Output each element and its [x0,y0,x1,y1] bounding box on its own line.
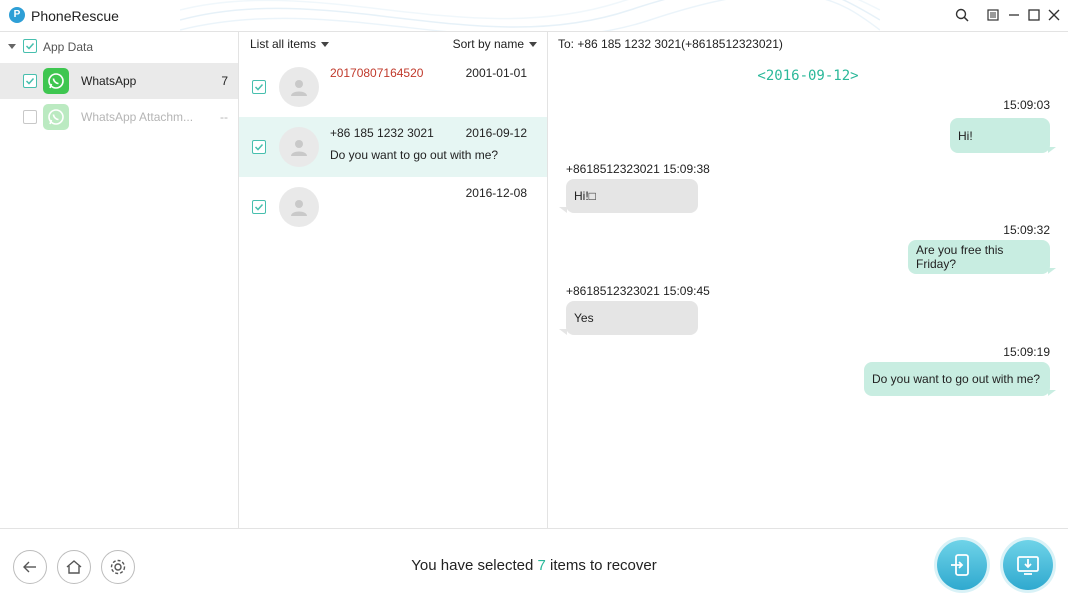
selected-count: 7 [537,557,546,574]
message-sender-time: +8618512323021 15:09:45 [566,284,710,298]
tree-root-label: App Data [43,40,94,54]
message-sender-time: +8618512323021 15:09:38 [566,162,710,176]
tree-root-app-data[interactable]: App Data [0,32,238,62]
bubble-tail [559,207,567,213]
whatsapp-icon [43,68,69,94]
bubble-tail [1048,147,1056,153]
sidebar-item-label: WhatsApp Attachm... [81,110,194,124]
whatsapp-attachments-icon [43,104,69,130]
recover-to-computer-icon [1017,556,1039,575]
conversation-item[interactable]: +86 185 1232 3021 2016-09-12 Do you want… [239,117,547,177]
whatsapp-attachments-checkbox[interactable] [23,110,37,124]
avatar [279,187,319,227]
app-data-checkbox[interactable] [23,39,37,53]
menu-icon [987,9,999,21]
list-header: List all items Sort by name [239,32,547,56]
checkmark-icon [254,203,264,211]
sidebar-item-count: -- [220,110,228,124]
search-icon [955,8,969,22]
filter-label: List all items [250,37,317,51]
recover-to-computer-button[interactable] [1003,540,1053,590]
message-text: Hi!□ [574,189,596,203]
maximize-icon [1028,9,1040,21]
bubble-tail [1048,268,1056,274]
minimize-button[interactable] [1005,6,1023,24]
message-text: Yes [574,311,594,325]
conversation-date: 2001-01-01 [465,66,527,80]
whatsapp-checkbox[interactable] [23,74,37,88]
sidebar-item-whatsapp-attachments[interactable]: WhatsApp Attachm... -- [0,99,238,135]
title-bar: P PhoneRescue [0,0,1068,31]
maximize-button[interactable] [1025,6,1043,24]
chat-header: To: +86 185 1232 3021(+8618512323021) [548,32,1068,56]
conversation-checkbox[interactable] [252,200,266,214]
menu-button[interactable] [984,6,1002,24]
sidebar-item-whatsapp[interactable]: WhatsApp 7 [0,63,238,99]
sidebar-item-count: 7 [221,74,228,88]
search-button[interactable] [953,6,971,24]
person-icon [291,140,307,156]
conversation-preview: Do you want to go out with me? [330,148,499,162]
bubble-tail [559,329,567,335]
message-time: 15:09:03 [1003,98,1050,112]
avatar [279,127,319,167]
close-button[interactable] [1045,6,1063,24]
checkmark-icon [25,77,35,85]
bubble-tail [1048,390,1056,396]
message-text: Hi! [958,128,973,143]
checkmark-icon [254,143,264,151]
message-text: Do you want to go out with me? [872,372,1041,386]
sort-label: Sort by name [452,37,524,51]
close-icon [1048,9,1060,21]
chevron-down-icon [321,42,330,48]
chat-view: To: +86 185 1232 3021(+8618512323021) <2… [548,31,1068,528]
message-bubble-in: Hi!□ [566,179,698,213]
checkmark-icon [25,42,35,50]
recover-to-device-button[interactable] [937,540,987,590]
message-bubble-in: Yes [566,301,698,335]
message-time: 15:09:32 [1003,223,1050,237]
message-bubble-out: Are you free this Friday? [908,240,1050,274]
status-prefix: You have selected [411,557,538,574]
sort-dropdown[interactable]: Sort by name [453,37,537,51]
filter-dropdown[interactable]: List all items [250,37,330,51]
message-time: 15:09:19 [1003,345,1050,359]
conversation-checkbox[interactable] [252,140,266,154]
chat-recipient: To: +86 185 1232 3021(+8618512323021) [558,37,783,51]
conversation-item[interactable]: 20170807164520 2001-01-01 [239,57,547,117]
message-text: Are you free this Friday? [916,243,1004,271]
minimize-icon [1009,14,1019,16]
conversation-date: 2016-12-08 [465,186,527,200]
bottom-bar: You have selected 7 items to recover [0,528,1068,598]
collapse-arrow-icon[interactable] [8,44,16,49]
category-tree: App Data WhatsApp 7 WhatsApp Attachm... … [0,31,239,528]
person-icon [291,80,307,96]
conversation-checkbox[interactable] [252,80,266,94]
selection-status: You have selected 7 items to recover [0,557,1068,574]
phonerescue-logo-icon: P [9,7,25,23]
conversation-name: +86 185 1232 3021 [330,126,434,140]
conversation-item[interactable]: 2016-12-08 [239,177,547,237]
sidebar-item-label: WhatsApp [81,74,137,88]
conversation-list: List all items Sort by name 201708071645… [239,31,548,528]
status-suffix: items to recover [545,557,657,574]
message-bubble-out: Hi! [950,118,1050,153]
message-bubble-out: Do you want to go out with me? [864,362,1050,396]
checkmark-icon [254,83,264,91]
recover-to-device-icon [951,554,969,576]
chat-date-separator: <2016-09-12> [757,68,859,84]
conversation-date: 2016-09-12 [465,126,527,140]
app-title: PhoneRescue [31,8,119,24]
person-icon [291,200,307,216]
chevron-down-icon [529,42,537,48]
header-waves-decoration [180,0,880,31]
conversation-name: 20170807164520 [330,66,424,80]
avatar [279,67,319,107]
